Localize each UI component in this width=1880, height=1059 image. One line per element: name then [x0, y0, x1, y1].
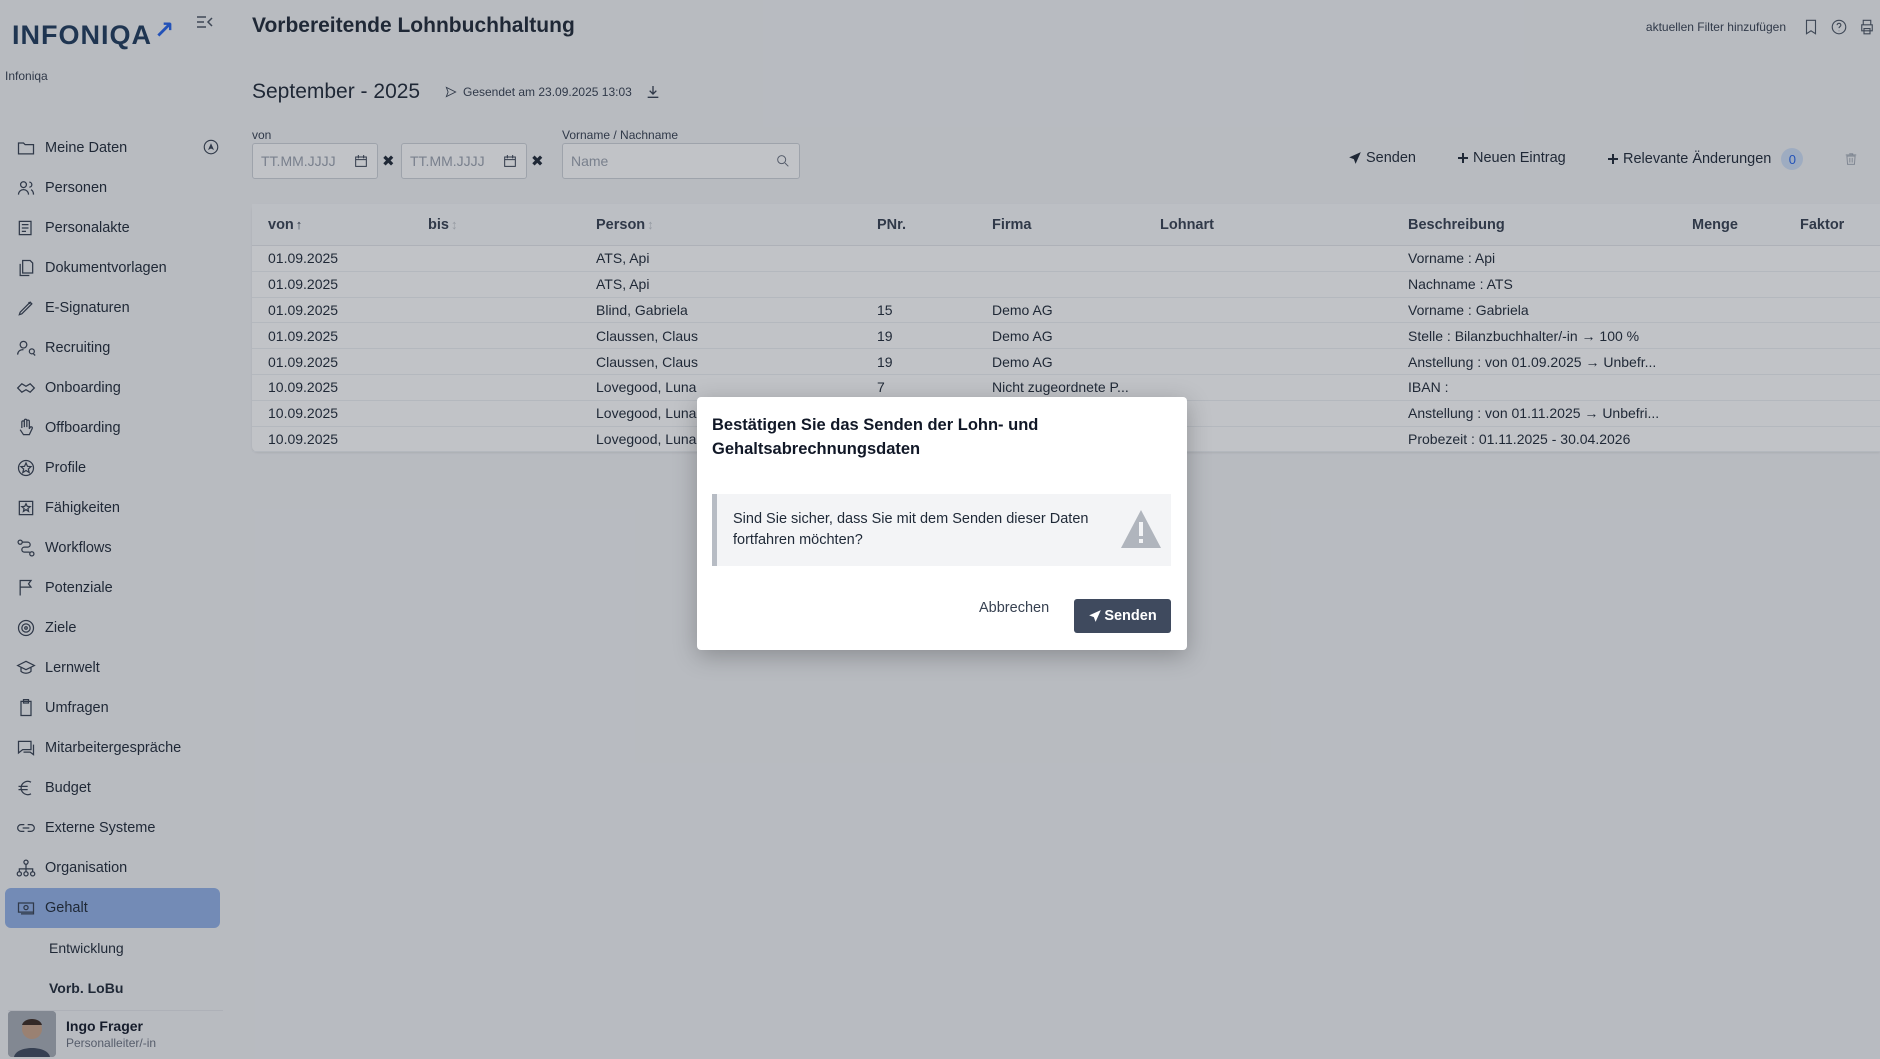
confirm-send-dialog: Bestätigen Sie das Senden der Lohn- und … [697, 397, 1187, 650]
dialog-message-box: Sind Sie sicher, dass Sie mit dem Senden… [712, 494, 1171, 566]
cancel-button[interactable]: Abbrechen [979, 600, 1049, 616]
dialog-message: Sind Sie sicher, dass Sie mit dem Senden… [733, 511, 1089, 548]
warning-icon [1119, 508, 1163, 550]
confirm-send-label: Senden [1104, 608, 1157, 624]
send-icon [1089, 610, 1102, 622]
confirm-send-button[interactable]: Senden [1074, 599, 1171, 633]
dialog-title: Bestätigen Sie das Senden der Lohn- und … [712, 416, 1039, 458]
